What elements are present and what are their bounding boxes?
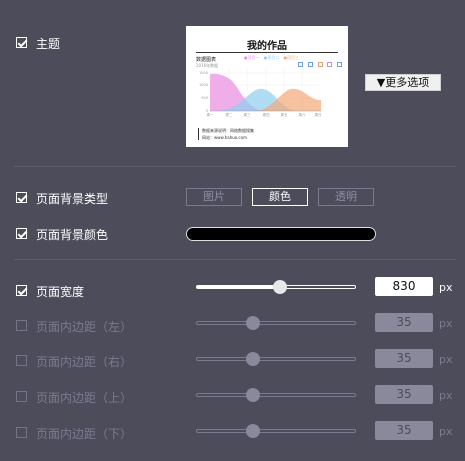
padding-top-unit: px	[439, 389, 453, 402]
thumbnail-x-tick: 周日	[315, 112, 322, 117]
thumbnail-footer-line1: 数据来源说明：网络数据搜集	[202, 128, 254, 133]
padding-left-input[interactable]: 35	[375, 313, 433, 332]
page-width-label: 页面宽度	[36, 285, 85, 299]
page-width-slider-knob[interactable]	[273, 280, 287, 294]
padding-right-label: 页面内边距（右）	[36, 355, 133, 369]
thumbnail-footer-line2: 网站：www.hahuo.com	[202, 135, 247, 140]
padding-top-slider[interactable]	[196, 393, 356, 397]
padding-bottom-unit: px	[439, 425, 453, 438]
padding-right-unit: px	[439, 353, 453, 366]
thumbnail-x-tick: 周六	[299, 112, 307, 117]
thumbnail-x-tick: 周一	[207, 112, 214, 117]
padding-bottom-checkbox[interactable]	[16, 427, 27, 438]
padding-left-checkbox[interactable]	[16, 320, 27, 331]
thumbnail-x-tick: 周五	[281, 112, 289, 117]
padding-top-slider-knob[interactable]	[246, 388, 260, 402]
thumbnail-y-tick: 500	[201, 96, 208, 100]
padding-top-checkbox[interactable]	[16, 391, 27, 402]
bg-type-option-transparent[interactable]: 透明	[318, 188, 374, 206]
page-width-input[interactable]: 830	[375, 277, 433, 296]
bg-color-checkbox[interactable]	[16, 228, 27, 239]
padding-left-label: 页面内边距（左）	[36, 320, 133, 334]
more-options-button[interactable]: ▼更多选项	[365, 74, 441, 91]
bg-type-option-color[interactable]: 颜色	[252, 188, 308, 206]
theme-thumbnail[interactable]: 我的作品 数据图表 2016年数据 ●项目一 ●项目二 ●项目三 1500 10…	[186, 26, 348, 147]
padding-top-label: 页面内边距（上）	[36, 391, 133, 405]
page-width-unit: px	[439, 281, 453, 294]
padding-right-slider-knob[interactable]	[246, 352, 260, 366]
section-divider	[14, 166, 456, 167]
padding-left-unit: px	[439, 317, 453, 330]
padding-bottom-input[interactable]: 35	[375, 421, 433, 440]
thumbnail-x-tick: 周四	[263, 112, 271, 117]
padding-left-slider-knob[interactable]	[246, 316, 260, 330]
padding-bottom-slider-knob[interactable]	[246, 424, 260, 438]
padding-right-slider[interactable]	[196, 357, 356, 361]
padding-bottom-label: 页面内边距（下）	[36, 427, 133, 441]
padding-right-input[interactable]: 35	[375, 349, 433, 368]
padding-left-slider[interactable]	[196, 321, 356, 325]
page-width-checkbox[interactable]	[16, 285, 27, 296]
thumbnail-footer-bar	[198, 128, 199, 140]
page-width-slider-fill	[197, 286, 281, 288]
padding-right-checkbox[interactable]	[16, 355, 27, 366]
bg-type-option-image[interactable]: 图片	[186, 188, 242, 206]
padding-top-input[interactable]: 35	[375, 385, 433, 404]
padding-bottom-slider[interactable]	[196, 429, 356, 433]
bg-color-label: 页面背景颜色	[36, 228, 109, 242]
theme-label: 主题	[36, 37, 61, 51]
bg-color-swatch[interactable]	[186, 227, 376, 241]
section-divider	[14, 259, 456, 260]
thumbnail-y-tick: 1500	[199, 71, 208, 75]
thumbnail-x-tick: 周二	[226, 112, 233, 117]
bg-type-label: 页面背景类型	[36, 192, 109, 206]
thumbnail-y-tick: 1000	[199, 83, 208, 87]
bg-type-checkbox[interactable]	[16, 192, 27, 203]
theme-checkbox[interactable]	[16, 37, 27, 48]
thumbnail-x-tick: 周三	[244, 112, 251, 117]
